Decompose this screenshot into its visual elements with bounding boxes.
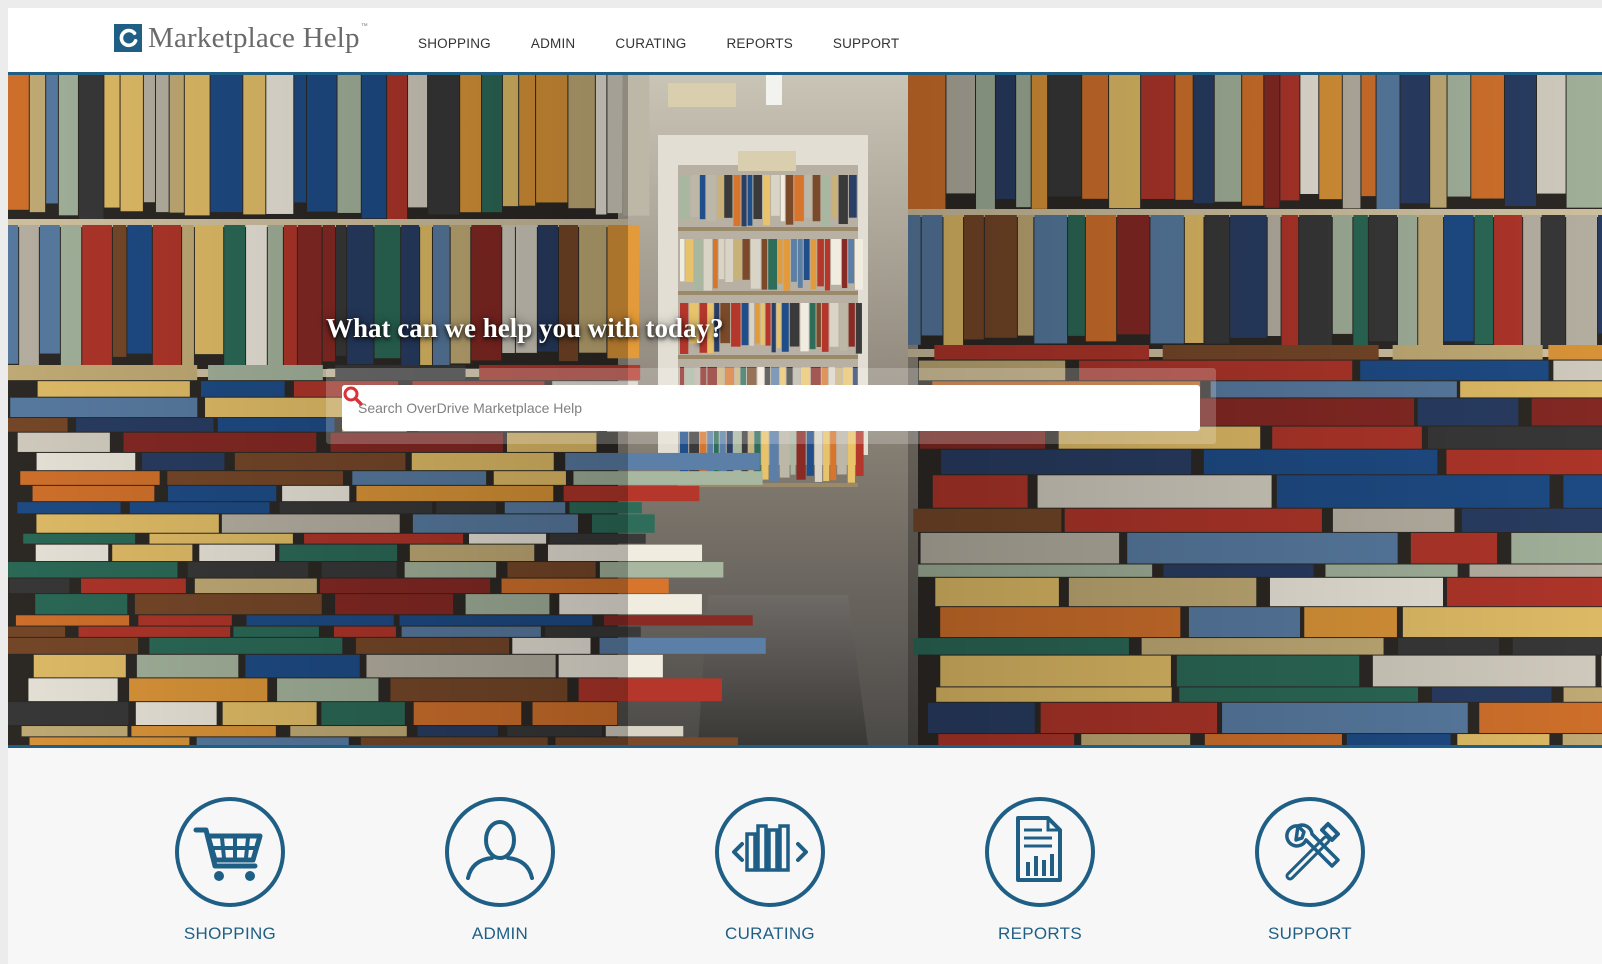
nav-shopping[interactable]: SHOPPING [418, 36, 491, 51]
category-curating[interactable]: CURATING [670, 796, 870, 944]
category-label: ADMIN [471, 924, 529, 943]
site-header: Marketplace Help ™ SHOPPING ADMIN CURATI… [8, 8, 1602, 75]
category-list: SHOPPING ADMIN CURATING REPORTS SUPPORT [8, 796, 1602, 964]
books-icon [715, 797, 825, 907]
shopping-cart-icon [175, 797, 285, 907]
hero-title: What can we help you with today? [326, 313, 724, 343]
main-nav: SHOPPING ADMIN CURATING REPORTS SUPPORT [418, 36, 939, 51]
site-logo[interactable]: Marketplace Help ™ [114, 21, 368, 55]
user-icon [445, 797, 555, 907]
category-admin[interactable]: ADMIN [400, 796, 600, 944]
category-shopping[interactable]: SHOPPING [130, 796, 330, 944]
nav-support[interactable]: SUPPORT [833, 36, 899, 51]
logo-icon [114, 24, 142, 52]
nav-reports[interactable]: REPORTS [726, 36, 792, 51]
logo-text: Marketplace Help [148, 21, 360, 54]
hero-banner: What can we help you with today? [8, 75, 1602, 748]
nav-curating[interactable]: CURATING [615, 36, 686, 51]
category-support[interactable]: SUPPORT [1210, 796, 1410, 944]
search-panel [326, 368, 1216, 444]
tools-icon [1255, 797, 1365, 907]
logo-trademark: ™ [360, 23, 368, 30]
category-label: SUPPORT [1268, 924, 1352, 943]
category-label: CURATING [725, 924, 815, 943]
category-reports[interactable]: REPORTS [940, 796, 1140, 944]
search-input[interactable] [342, 385, 1122, 431]
search-icon[interactable] [342, 385, 364, 407]
nav-admin[interactable]: ADMIN [531, 36, 576, 51]
category-label: REPORTS [998, 924, 1082, 943]
category-label: SHOPPING [183, 924, 277, 943]
page: Marketplace Help ™ SHOPPING ADMIN CURATI… [8, 8, 1602, 964]
report-icon [985, 797, 1095, 907]
search-box [342, 385, 1200, 431]
